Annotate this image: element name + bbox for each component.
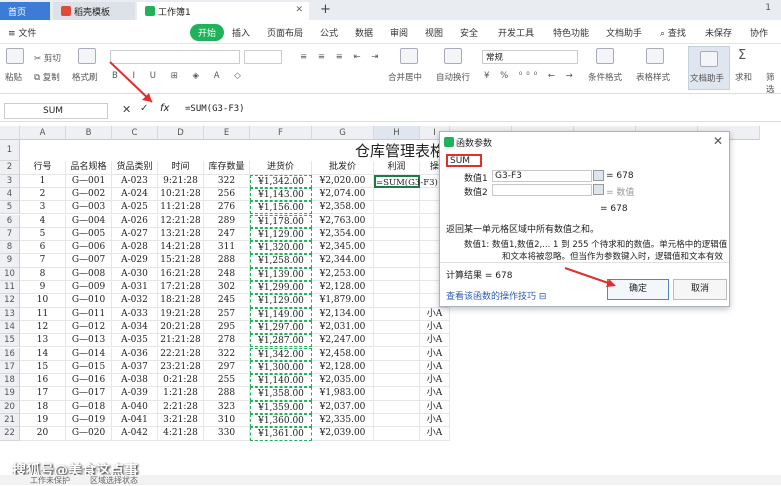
arrow-head-ok xyxy=(606,279,616,287)
protect-status: 工作未保护 xyxy=(30,476,70,485)
status-bar: 工作未保护 区域选择状态 xyxy=(0,475,781,485)
mode-status: 区域选择状态 xyxy=(90,476,138,485)
annotation-arrows xyxy=(109,61,616,480)
arrow-to-ok xyxy=(564,267,615,286)
arrow-to-fx xyxy=(109,61,153,103)
